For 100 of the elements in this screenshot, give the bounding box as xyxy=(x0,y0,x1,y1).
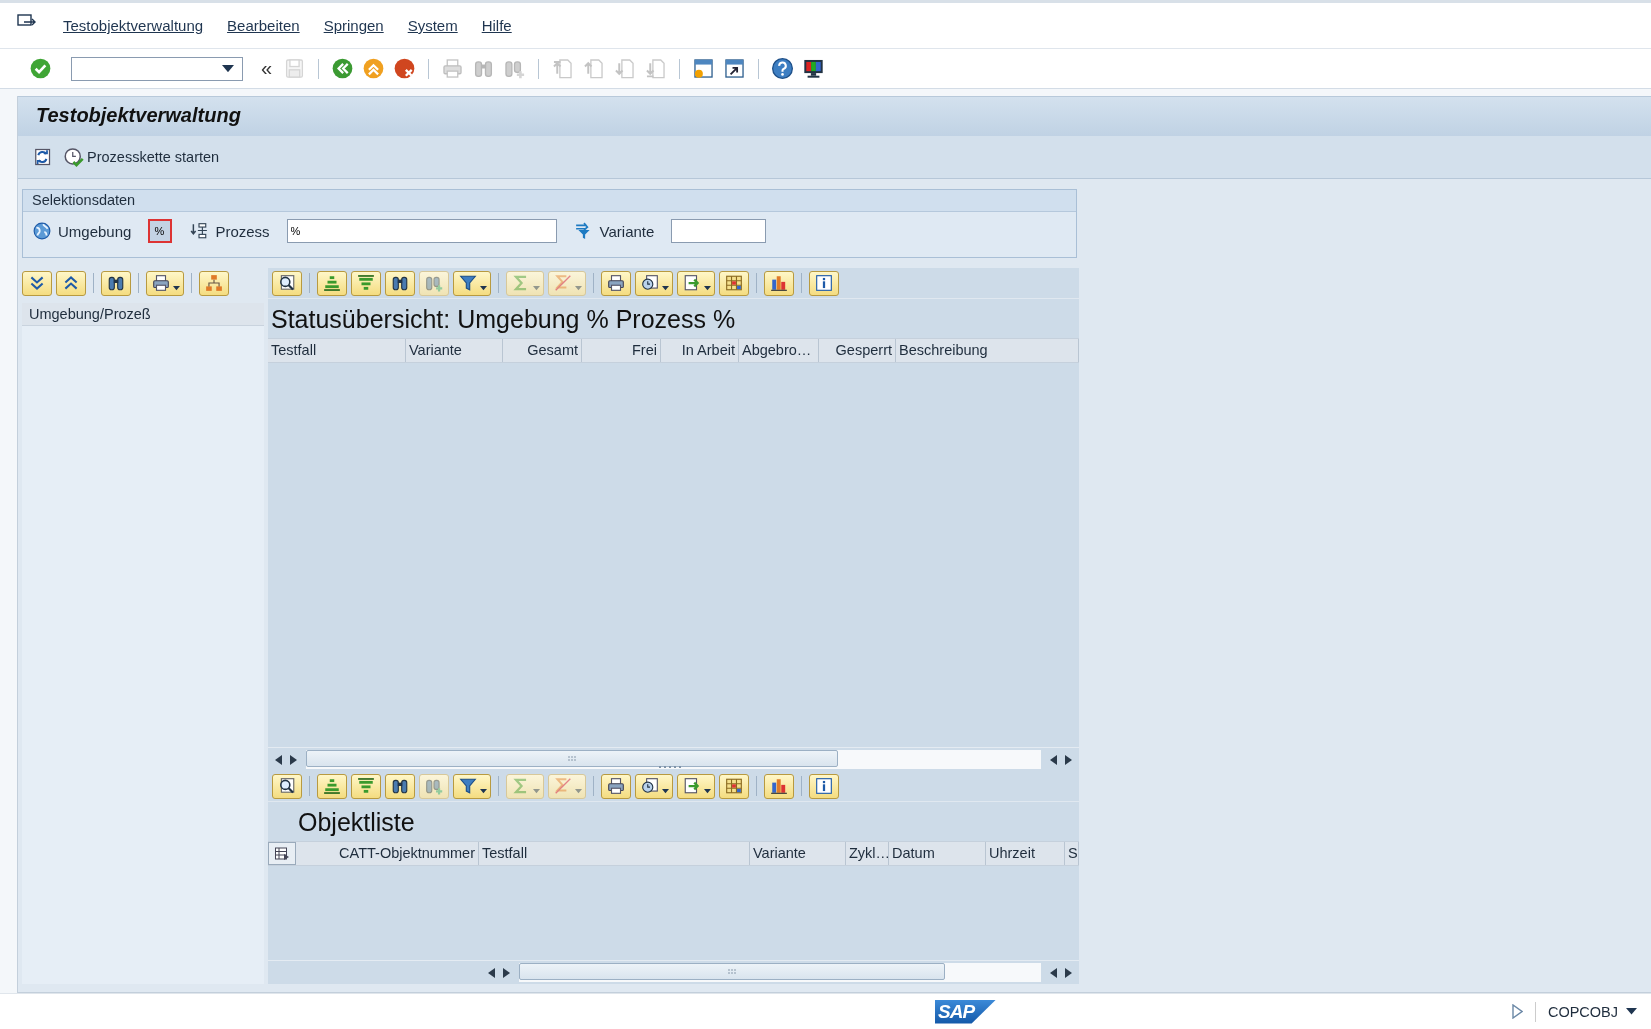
info-icon xyxy=(815,777,833,795)
page-arrow-up-icon xyxy=(552,58,574,79)
caret-icon xyxy=(704,789,711,794)
column-header[interactable]: Testfall xyxy=(479,842,750,865)
group-title: Selektionsdaten xyxy=(23,190,1076,212)
hierarchy-icon xyxy=(205,274,223,292)
left-triangle-icon xyxy=(1050,967,1057,978)
scroll-thumb[interactable] xyxy=(519,963,945,980)
export-button[interactable] xyxy=(677,270,715,296)
column-header[interactable]: Uhrzeit xyxy=(986,842,1065,865)
column-header[interactable]: S xyxy=(1065,842,1079,865)
field-label: Umgebung xyxy=(58,222,132,240)
print-button[interactable] xyxy=(601,270,631,296)
caret-icon xyxy=(1626,1008,1637,1015)
graphic-button[interactable] xyxy=(764,773,794,799)
field-label: Prozess xyxy=(215,222,270,240)
globe-icon xyxy=(33,222,51,240)
caret-icon xyxy=(662,789,669,794)
table-select-icon xyxy=(274,845,290,862)
process-input-field[interactable]: % xyxy=(286,219,557,243)
enter-button[interactable] xyxy=(28,56,53,81)
variant-input-field[interactable] xyxy=(671,219,767,243)
menu-item[interactable]: Hilfe xyxy=(469,17,524,34)
find-button[interactable] xyxy=(385,773,415,799)
cancel-icon xyxy=(394,58,416,79)
select-all-button[interactable] xyxy=(268,842,296,865)
back-icon xyxy=(332,58,354,79)
find-button[interactable] xyxy=(385,270,415,296)
clock-check-icon xyxy=(64,147,84,167)
collapse-button[interactable] xyxy=(56,270,86,296)
screen-title: Testobjektverwaltung xyxy=(18,96,1651,136)
details-button[interactable] xyxy=(272,773,302,799)
splitter-handle[interactable] xyxy=(658,765,682,769)
funnel-icon xyxy=(459,274,477,292)
page-arrow-up-icon xyxy=(583,58,605,79)
menu-item[interactable]: Testobjektverwaltung xyxy=(51,17,216,34)
field-label: Variante xyxy=(599,222,655,240)
tree-header: Umgebung/Prozeß xyxy=(22,303,264,326)
column-header[interactable]: Frei xyxy=(582,339,661,362)
menu-item[interactable]: System xyxy=(395,17,470,34)
scroll-thumb[interactable] xyxy=(306,750,838,767)
layout-button[interactable] xyxy=(719,270,749,296)
print-button[interactable] xyxy=(146,270,184,296)
info-button[interactable] xyxy=(809,270,839,296)
colored-grid-icon xyxy=(725,777,743,795)
sort-descending-icon xyxy=(357,777,375,795)
right-triangle-icon xyxy=(290,754,297,765)
column-header[interactable]: In Arbeit xyxy=(661,339,739,362)
start-process-chain-button[interactable]: Prozesskette starten xyxy=(62,145,222,169)
views-button[interactable] xyxy=(635,773,673,799)
filter-button[interactable] xyxy=(453,270,491,296)
column-header[interactable]: Abgebro… xyxy=(739,339,819,362)
expand-button[interactable] xyxy=(22,270,52,296)
play-triangle-icon[interactable] xyxy=(1511,1004,1523,1019)
binoculars-plus-icon xyxy=(425,777,443,795)
help-button[interactable] xyxy=(770,56,796,81)
sort-ascending-button[interactable] xyxy=(317,270,347,296)
right-triangle-icon xyxy=(1065,754,1072,765)
graphic-button[interactable] xyxy=(764,270,794,296)
caret-icon xyxy=(575,789,582,794)
column-header[interactable]: Gesamt xyxy=(503,339,582,362)
column-header[interactable]: Variante xyxy=(750,842,846,865)
chevron-up-icon xyxy=(62,274,80,292)
binoculars-icon xyxy=(391,777,409,795)
right-triangle-icon xyxy=(1065,967,1072,978)
column-header[interactable]: Testfall xyxy=(268,339,406,362)
info-button[interactable] xyxy=(809,773,839,799)
caret-icon xyxy=(533,789,540,794)
column-header[interactable]: Gesperrt xyxy=(819,339,896,362)
caret-icon xyxy=(575,286,582,291)
caret-icon xyxy=(533,286,540,291)
bar-chart-icon xyxy=(770,274,788,292)
page-arrow-down-icon xyxy=(645,58,667,79)
toolbar-toggle-button[interactable]: « xyxy=(257,57,277,80)
menu-item[interactable]: Springen xyxy=(311,17,396,34)
column-header[interactable]: Datum xyxy=(889,842,986,865)
export-button[interactable] xyxy=(677,773,715,799)
find-button[interactable] xyxy=(101,270,131,296)
sort-descending-icon xyxy=(357,274,375,292)
filter-button[interactable] xyxy=(453,773,491,799)
column-header[interactable]: Zykl… xyxy=(846,842,889,865)
sort-descending-button[interactable] xyxy=(351,270,381,296)
command-field[interactable] xyxy=(71,56,243,81)
print-button[interactable] xyxy=(601,773,631,799)
hierarchy-button[interactable] xyxy=(199,270,229,296)
caret-icon xyxy=(173,286,180,291)
colored-grid-icon xyxy=(725,274,743,292)
caret-icon xyxy=(222,64,234,73)
column-header[interactable]: Variante xyxy=(406,339,503,362)
check-icon xyxy=(30,58,51,79)
environment-input-field[interactable]: % xyxy=(148,219,173,243)
views-button[interactable] xyxy=(635,270,673,296)
column-header[interactable]: CATT-Objektnummer xyxy=(296,842,479,865)
sort-descending-button[interactable] xyxy=(351,773,381,799)
layout-button[interactable] xyxy=(719,773,749,799)
details-button[interactable] xyxy=(272,270,302,296)
sort-ascending-button[interactable] xyxy=(317,773,347,799)
column-header[interactable]: Beschreibung xyxy=(896,339,1079,362)
menu-item[interactable]: Bearbeiten xyxy=(215,17,312,34)
magnifier-icon xyxy=(278,274,296,292)
